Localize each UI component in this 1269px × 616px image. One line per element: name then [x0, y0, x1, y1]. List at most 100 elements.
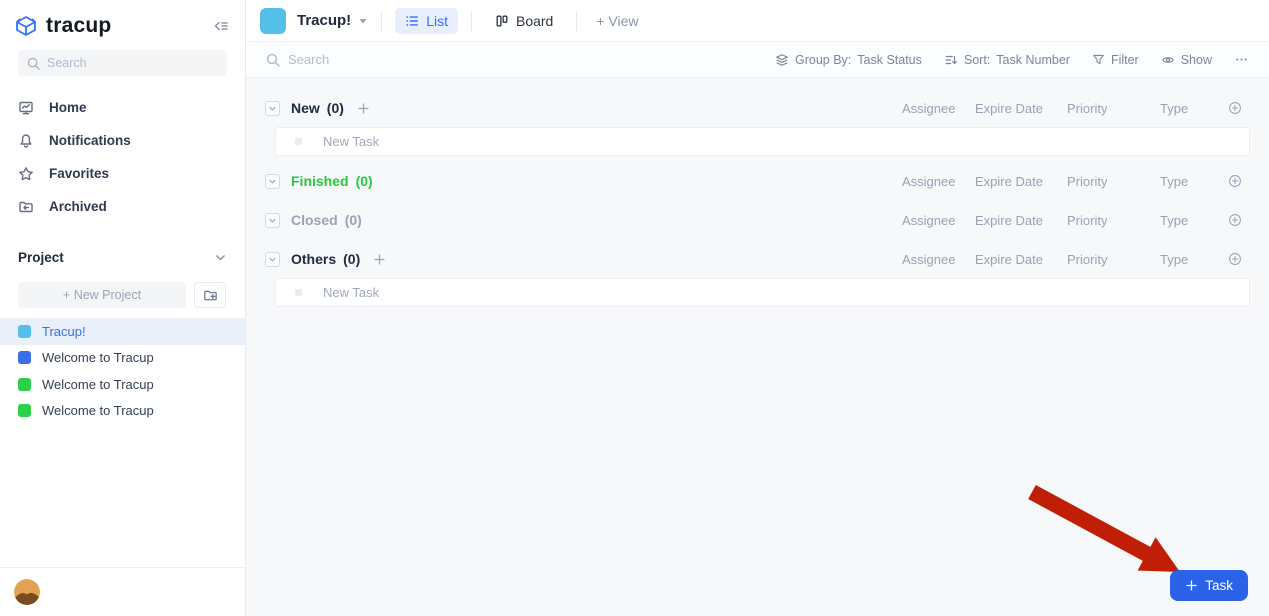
sidebar-footer [0, 567, 245, 616]
project-topbar: Tracup! List Boa [246, 0, 1269, 42]
group-count: (0) [356, 173, 373, 189]
home-dashboard-icon [18, 100, 35, 116]
column-headers: Assignee Expire Date Priority Type [902, 252, 1250, 267]
new-task-placeholder: New Task [323, 285, 379, 300]
sidebar-nav: Home Notifications Favorites [0, 91, 245, 223]
collapse-sidebar-icon[interactable] [213, 18, 229, 34]
column-headers: Assignee Expire Date Priority Type [902, 213, 1250, 228]
tab-list[interactable]: List [395, 8, 458, 34]
column-headers: Assignee Expire Date Priority Type [902, 101, 1250, 116]
project-item-welcome-3[interactable]: Welcome to Tracup [0, 398, 245, 425]
add-task-fab-button[interactable]: Task [1170, 570, 1248, 601]
more-options-button[interactable] [1234, 52, 1249, 67]
sidebar-item-archived[interactable]: Archived [0, 190, 245, 223]
project-color-chip [18, 404, 31, 417]
project-item-welcome-2[interactable]: Welcome to Tracup [0, 371, 245, 398]
task-list-content: New (0) Assignee Expire Date Priority Ty… [246, 78, 1269, 307]
new-task-row[interactable]: New Task [275, 278, 1250, 307]
new-task-row[interactable]: New Task [275, 127, 1250, 156]
sidebar-item-home[interactable]: Home [0, 91, 245, 124]
add-column-icon[interactable] [1220, 174, 1250, 188]
star-icon [18, 166, 35, 182]
tab-board[interactable]: Board [485, 8, 563, 34]
column-expire-date: Expire Date [975, 174, 1067, 189]
logo-row: tracup [0, 0, 245, 38]
project-dropdown-caret-icon[interactable] [358, 16, 368, 26]
collapse-group-icon[interactable] [265, 174, 280, 189]
new-project-button[interactable]: + New Project [18, 282, 186, 308]
task-group-header-new[interactable]: New (0) Assignee Expire Date Priority Ty… [265, 93, 1250, 123]
task-group-header-finished[interactable]: Finished (0) Assignee Expire Date Priori… [265, 166, 1250, 196]
column-priority: Priority [1067, 101, 1160, 116]
column-type: Type [1160, 174, 1220, 189]
add-column-icon[interactable] [1220, 101, 1250, 115]
collapse-group-icon[interactable] [265, 213, 280, 228]
collapse-group-icon[interactable] [265, 252, 280, 267]
show-control[interactable]: Show [1161, 53, 1212, 67]
sidebar-item-label: Notifications [49, 133, 131, 148]
filter-actions: Group By: Task Status Sort: Task Number [775, 52, 1249, 67]
column-assignee: Assignee [902, 101, 975, 116]
task-group-header-others[interactable]: Others (0) Assignee Expire Date Priority… [265, 244, 1250, 274]
filter-control[interactable]: Filter [1092, 53, 1139, 67]
project-color-chip [18, 351, 31, 364]
column-expire-date: Expire Date [975, 252, 1067, 267]
column-type: Type [1160, 101, 1220, 116]
divider [576, 11, 577, 31]
sidebar-search[interactable] [18, 50, 227, 76]
filter-label: Filter [1111, 53, 1139, 67]
tab-label: List [426, 13, 448, 29]
column-priority: Priority [1067, 252, 1160, 267]
group-name: New [291, 100, 320, 116]
logo-text: tracup [46, 14, 111, 38]
task-checkbox-placeholder [295, 138, 302, 145]
column-assignee: Assignee [902, 252, 975, 267]
group-count: (0) [345, 212, 362, 228]
filter-toolbar: Group By: Task Status Sort: Task Number [246, 42, 1269, 78]
search-icon [27, 57, 40, 70]
sort-control[interactable]: Sort: Task Number [944, 53, 1070, 67]
group-by-control[interactable]: Group By: Task Status [775, 53, 922, 67]
fab-label: Task [1205, 578, 1233, 593]
archive-folder-icon [18, 199, 35, 215]
tab-label: Board [516, 13, 553, 29]
project-section-header[interactable]: Project [18, 250, 227, 265]
sidebar-item-favorites[interactable]: Favorites [0, 157, 245, 190]
project-avatar [260, 8, 286, 34]
project-section-title: Project [18, 250, 64, 265]
project-item-tracup[interactable]: Tracup! [0, 318, 245, 345]
group-name: Finished [291, 173, 349, 189]
group-count: (0) [327, 100, 344, 116]
user-avatar[interactable] [14, 579, 40, 605]
sidebar-item-notifications[interactable]: Notifications [0, 124, 245, 157]
group-name: Closed [291, 212, 338, 228]
add-task-icon[interactable] [373, 253, 386, 266]
sidebar-search-input[interactable] [47, 56, 207, 70]
add-view-button[interactable]: + View [590, 8, 644, 34]
add-column-icon[interactable] [1220, 213, 1250, 227]
project-color-chip [18, 378, 31, 391]
eye-icon [1161, 53, 1175, 67]
sidebar-item-label: Home [49, 100, 87, 115]
column-assignee: Assignee [902, 213, 975, 228]
sidebar-item-label: Favorites [49, 166, 109, 181]
collapse-group-icon[interactable] [265, 101, 280, 116]
funnel-icon [1092, 53, 1105, 66]
task-group-header-closed[interactable]: Closed (0) Assignee Expire Date Priority… [265, 205, 1250, 235]
column-priority: Priority [1067, 174, 1160, 189]
add-task-icon[interactable] [357, 102, 370, 115]
search-icon [266, 53, 280, 67]
group-name: Others [291, 251, 336, 267]
column-assignee: Assignee [902, 174, 975, 189]
tracup-logo-icon [14, 14, 38, 38]
task-checkbox-placeholder [295, 289, 302, 296]
chevron-down-icon[interactable] [214, 251, 227, 264]
add-column-icon[interactable] [1220, 252, 1250, 266]
project-item-welcome-1[interactable]: Welcome to Tracup [0, 345, 245, 372]
add-folder-button[interactable] [194, 282, 226, 308]
task-search[interactable] [266, 52, 528, 67]
project-color-chip [18, 325, 31, 338]
task-search-input[interactable] [288, 52, 528, 67]
group-by-label: Group By: [795, 53, 851, 67]
show-label: Show [1181, 53, 1212, 67]
